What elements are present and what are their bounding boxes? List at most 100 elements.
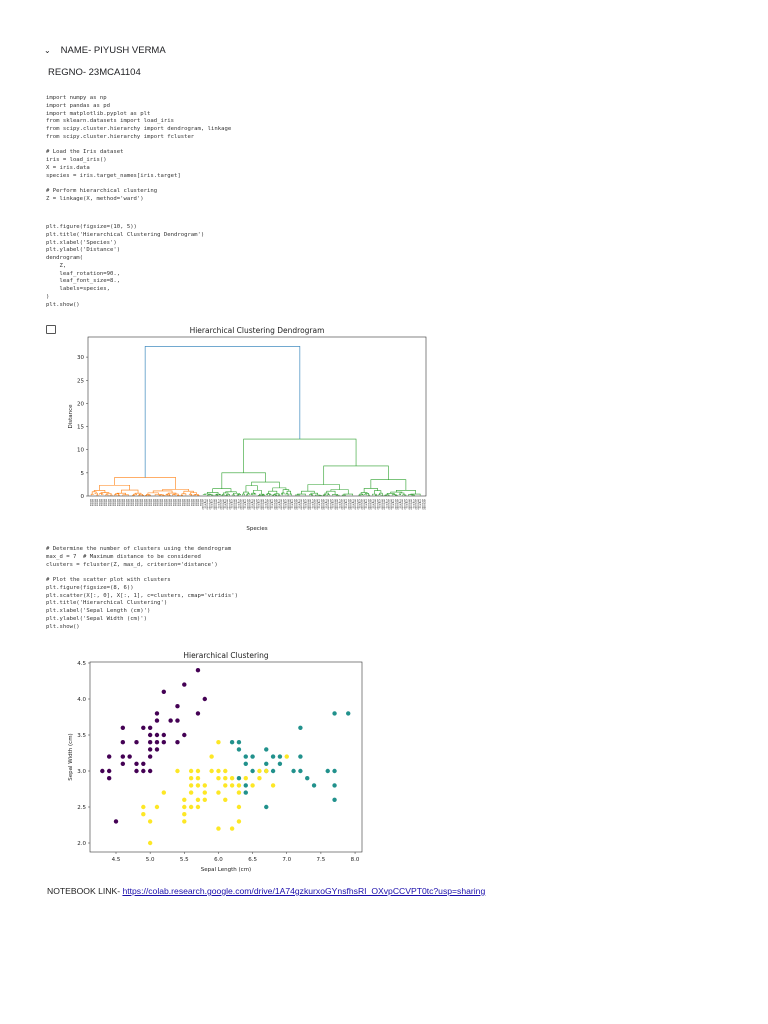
dendrogram-link xyxy=(165,494,168,496)
dendrogram-link xyxy=(225,494,228,496)
scatter-point xyxy=(243,776,248,781)
scatter-point xyxy=(223,783,228,788)
scatter-point xyxy=(120,761,126,766)
scatter-point xyxy=(298,768,303,774)
dendrogram-link xyxy=(281,493,283,496)
dendrogram-link xyxy=(253,493,257,496)
y-tick-label: 0 xyxy=(81,494,85,500)
scatter-chart: Hierarchical Clustering 4.5 5.0 5.5 6.0 6.5 7.… xyxy=(68,651,363,873)
scatter-point xyxy=(243,754,248,759)
dendrogram-link xyxy=(358,494,361,496)
scatter-point xyxy=(277,754,283,759)
scatter-point xyxy=(100,768,105,774)
dendrogram-link xyxy=(367,494,370,496)
code-cell-imports[interactable]: import numpy as np import pandas as pd i… xyxy=(46,95,231,204)
scatter-point xyxy=(195,768,201,774)
scatter-point xyxy=(332,768,337,774)
dendrogram-link xyxy=(411,494,415,496)
scatter-point xyxy=(229,776,235,781)
scatter-point xyxy=(113,819,119,824)
x-tick-label: 7.0 xyxy=(282,857,291,863)
scatter-point xyxy=(216,768,221,774)
scatter-point xyxy=(195,668,201,673)
scatter-point xyxy=(154,747,160,752)
x-tick-label: 6.5 xyxy=(248,857,257,863)
dendrogram-link xyxy=(138,494,141,496)
dendrogram-link xyxy=(93,490,106,493)
dendrogram-link xyxy=(158,494,162,496)
scatter-point xyxy=(216,790,221,795)
scatter-point xyxy=(257,768,262,774)
scatter-point xyxy=(120,725,126,730)
y-axis-label: Sepal Width (cm) xyxy=(68,733,74,780)
dendrogram-link xyxy=(253,490,262,495)
scatter-point xyxy=(147,840,153,846)
notebook-link[interactable]: https://colab.research.google.com/drive/… xyxy=(122,886,485,896)
x-axis-label: Species xyxy=(246,526,267,532)
scatter-point xyxy=(182,732,187,738)
scatter-point xyxy=(182,812,187,817)
scatter-point xyxy=(161,689,167,694)
scatter-point xyxy=(175,704,180,709)
notebook-link-line: NOTEBOOK LINK- https://colab.research.go… xyxy=(47,886,485,896)
x-tick-label: 5.0 xyxy=(146,857,155,863)
scatter-point xyxy=(175,718,180,723)
scatter-point xyxy=(209,768,214,774)
code-cell-scatter[interactable]: # Determine the number of clusters using… xyxy=(46,546,238,631)
chart-title: Hierarchical Clustering xyxy=(183,651,269,660)
scatter-point xyxy=(284,754,289,759)
y-tick-label: 25 xyxy=(77,378,84,384)
y-tick-label: 2.5 xyxy=(77,805,86,811)
scatter-point xyxy=(236,819,242,824)
scatter-point xyxy=(277,761,283,766)
scatter-point xyxy=(195,711,201,716)
dendrogram-link xyxy=(99,484,130,491)
scatter-point xyxy=(264,761,269,766)
scatter-point xyxy=(161,740,167,745)
dendrogram-link xyxy=(295,494,300,496)
scatter-point xyxy=(264,768,269,774)
dendrogram-link xyxy=(219,494,221,496)
dendrogram-link xyxy=(221,494,224,496)
dendrogram-link xyxy=(246,494,249,496)
scatter-point xyxy=(243,761,248,766)
name-heading[interactable]: ⌄ NAME- PIYUSH VERMA xyxy=(44,45,166,56)
y-tick-label: 3.0 xyxy=(77,769,86,775)
scatter-point xyxy=(243,783,248,788)
dendrogram-link xyxy=(190,494,193,496)
scatter-point xyxy=(168,718,173,723)
regno-text: REGNO- 23MCA1104 xyxy=(48,67,141,78)
scatter-point xyxy=(298,725,303,730)
dendrogram-link xyxy=(268,490,278,494)
scatter-point xyxy=(270,768,276,774)
scatter-point xyxy=(141,812,146,817)
y-tick-label: 15 xyxy=(77,425,84,431)
scatter-point xyxy=(120,754,126,759)
dendrogram-link xyxy=(398,494,401,495)
scatter-point xyxy=(188,790,194,795)
scatter-point xyxy=(147,732,153,738)
scatter-point xyxy=(134,768,139,774)
scatter-point xyxy=(195,797,201,802)
dendrogram-link xyxy=(180,494,183,496)
dendrogram-link xyxy=(374,490,382,495)
scatter-point xyxy=(332,797,337,802)
scatter-point xyxy=(229,783,235,788)
dendrogram-link xyxy=(330,489,349,495)
dendrogram-link xyxy=(307,484,340,492)
code-cell-dendrogram[interactable]: plt.figure(figsize=(10, 5)) plt.title('H… xyxy=(46,224,204,309)
scatter-point xyxy=(154,711,160,716)
chevron-down-icon[interactable]: ⌄ xyxy=(44,46,56,55)
dendrogram-link xyxy=(301,490,315,495)
name-text: NAME- PIYUSH VERMA xyxy=(60,45,166,56)
scatter-point xyxy=(154,732,160,738)
scatter-point xyxy=(229,740,235,745)
x-tick-label: 6.0 xyxy=(214,857,223,863)
scatter-point xyxy=(134,740,139,745)
dendrogram-link xyxy=(322,494,325,496)
x-tick-label: 4.5 xyxy=(112,857,121,863)
scatter-point xyxy=(195,783,201,788)
dendrogram-link xyxy=(375,494,378,496)
scatter-point xyxy=(147,740,153,745)
scatter-point xyxy=(236,790,242,795)
